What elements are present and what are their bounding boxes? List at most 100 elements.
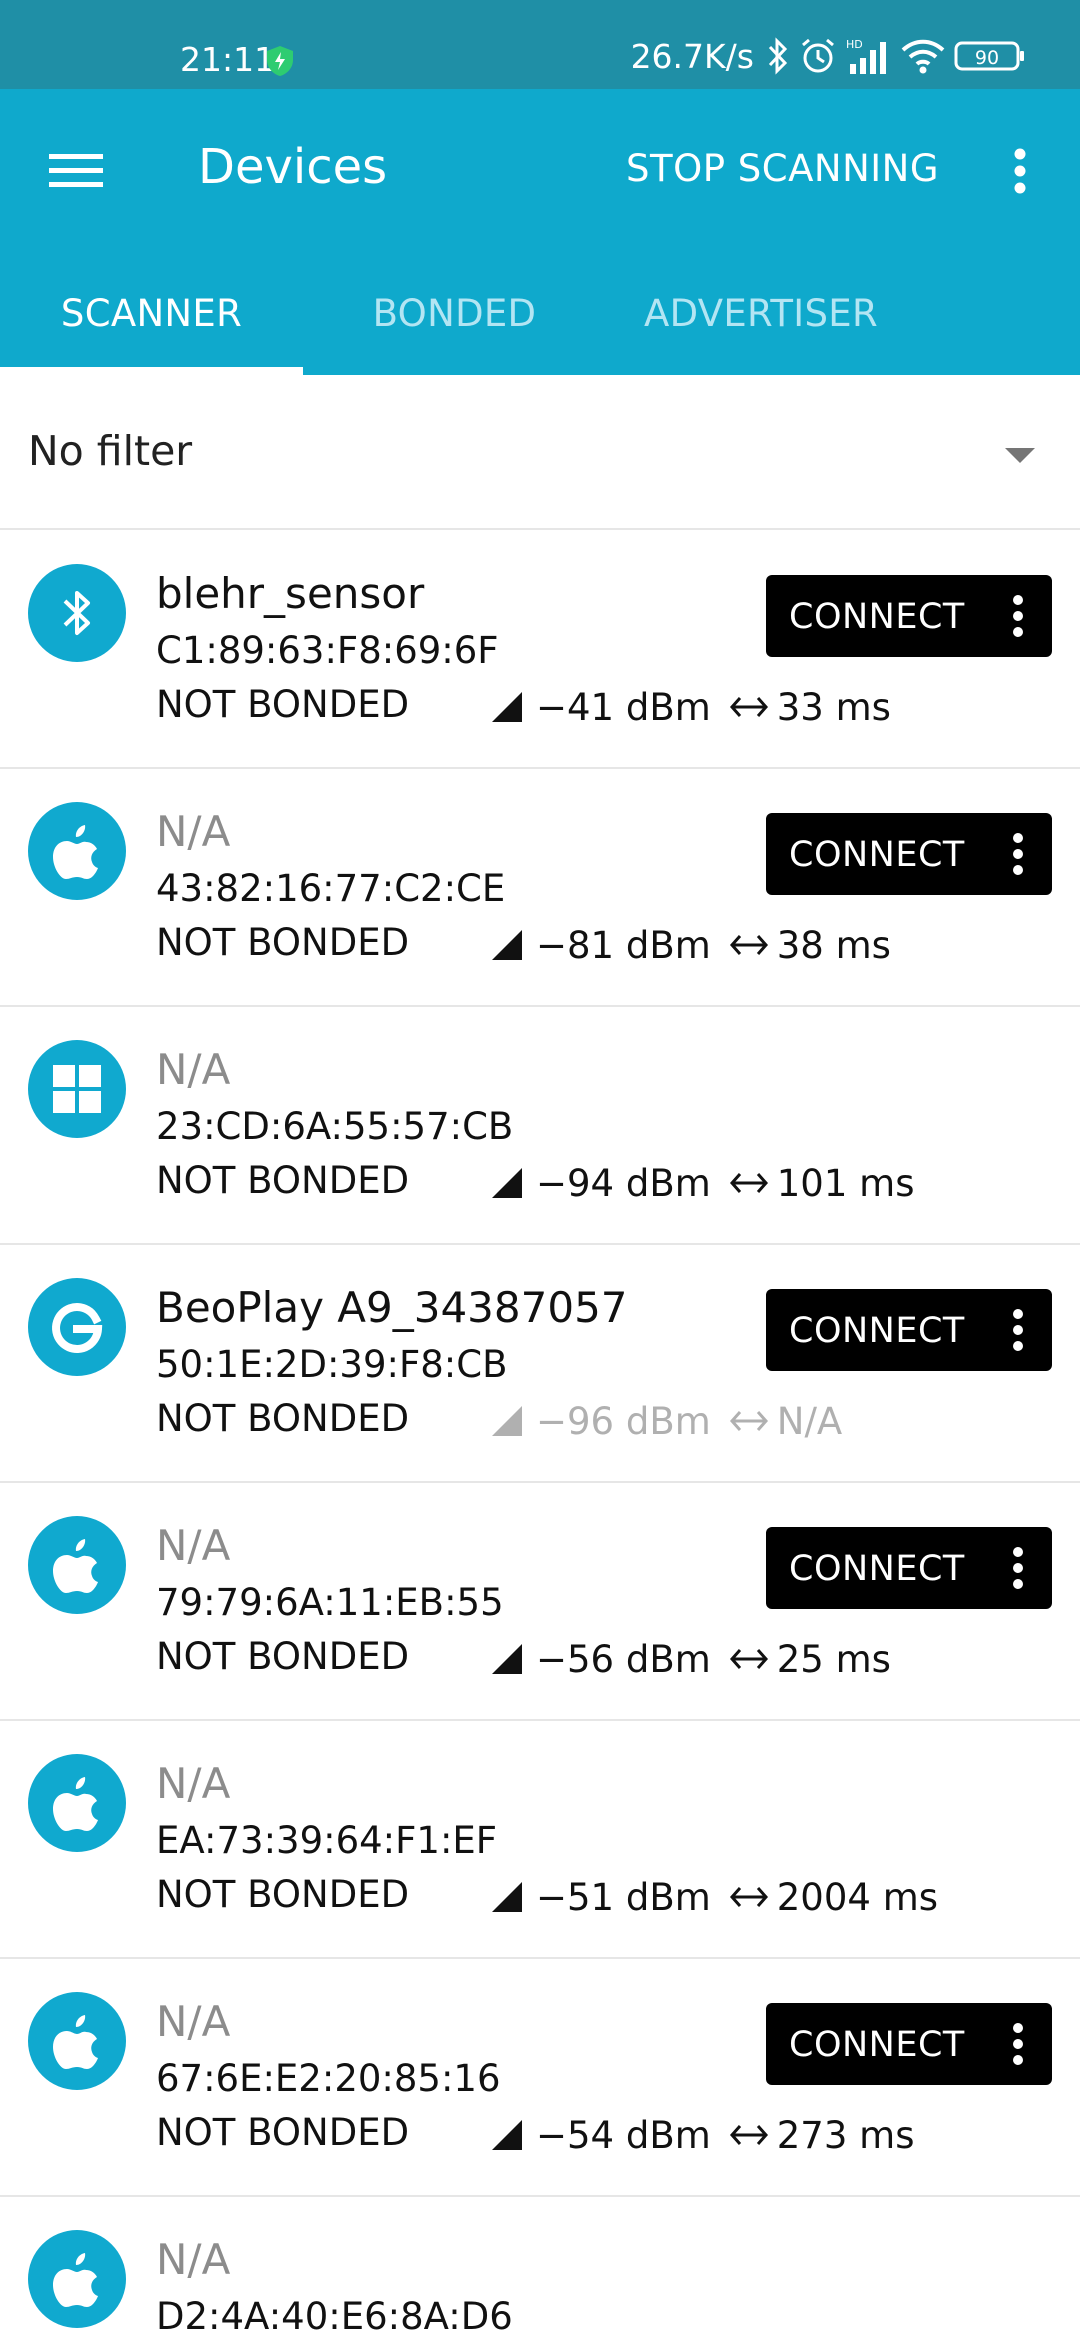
connect-button[interactable]: CONNECT [766,1527,1052,1609]
menu-icon[interactable] [46,141,106,201]
tab-scanner[interactable]: SCANNER [0,252,303,375]
bond-state: NOT BONDED [156,921,410,964]
page-title: Devices [198,139,388,195]
device-row[interactable]: BeoPlay A9_34387057 50:1E:2D:39:F8:CB NOT … [0,1245,1080,1483]
device-row[interactable]: blehr_sensor C1:89:63:F8:69:6F NOT BONDED … [0,531,1080,769]
more-vert-icon[interactable] [1006,1545,1030,1591]
interval-value: 273 ms [776,2113,915,2157]
device-address: 67:6E:E2:20:85:16 [156,2057,501,2100]
tab-bar: SCANNER BONDED ADVERTISER [0,252,1080,375]
apple-icon [28,1992,126,2090]
device-row[interactable]: N/A D2:4A:40:E6:8A:D6 [0,2197,1080,2340]
windows-icon [28,1040,126,1138]
device-row[interactable]: N/A 23:CD:6A:55:57:CB NOT BONDED −94 dBm 1… [0,1007,1080,1245]
filter-label: No filter [28,427,193,475]
apple-icon [28,802,126,900]
bond-state: NOT BONDED [156,1635,410,1678]
tab-advertiser[interactable]: ADVERTISER [606,252,916,375]
signal-info: −96 dBm N/A [490,1397,842,1445]
stop-scanning-button[interactable]: STOP SCANNING [626,147,939,190]
device-name: N/A [156,807,231,856]
bluetooth-icon [768,37,788,75]
cell-signal-icon: HD [846,38,886,74]
signal-info: −94 dBm 101 ms [490,1159,914,1207]
device-name: BeoPlay A9_34387057 [156,1283,628,1332]
device-address: C1:89:63:F8:69:6F [156,629,499,672]
more-vert-icon[interactable] [1006,593,1030,639]
interval-value: 25 ms [776,1637,891,1681]
connect-button[interactable]: CONNECT [766,2003,1052,2085]
device-name: N/A [156,1521,231,1570]
tab-bonded[interactable]: BONDED [303,252,606,375]
bond-state: NOT BONDED [156,2111,410,2154]
signal-strength-icon [492,1406,522,1436]
signal-info: −81 dBm 38 ms [490,921,891,969]
interval-arrows-icon [729,1887,768,1907]
signal-strength-icon [492,1168,522,1198]
shield-icon [267,46,293,76]
interval-arrows-icon [729,1411,768,1431]
tab-indicator [0,367,303,375]
interval-arrows-icon [729,935,768,955]
bluetooth-icon [28,564,126,662]
apple-icon [28,1516,126,1614]
rssi-value: −96 dBm [536,1399,711,1443]
device-row[interactable]: N/A 79:79:6A:11:EB:55 NOT BONDED −56 dBm 2… [0,1483,1080,1721]
rssi-value: −94 dBm [536,1161,711,1205]
device-name: N/A [156,1045,231,1094]
more-vert-icon[interactable] [1006,2021,1030,2067]
connect-button[interactable]: CONNECT [766,575,1052,657]
more-vert-icon[interactable] [1006,831,1030,877]
device-address: 23:CD:6A:55:57:CB [156,1105,514,1148]
interval-value: N/A [776,1399,843,1443]
bond-state: NOT BONDED [156,1159,410,1202]
interval-value: 38 ms [776,923,891,967]
apple-icon [28,1754,126,1852]
connect-button[interactable]: CONNECT [766,813,1052,895]
connect-button-label: CONNECT [789,1549,965,1589]
apple-icon [28,2230,126,2328]
network-speed: 26.7K/s [630,36,754,76]
bond-state: NOT BONDED [156,683,410,726]
device-address: 50:1E:2D:39:F8:CB [156,1343,508,1386]
more-vert-icon[interactable] [1005,141,1035,201]
interval-arrows-icon [729,1649,768,1669]
filter-dropdown[interactable]: No filter [0,375,1080,530]
google-icon [28,1278,126,1376]
wifi-icon [901,39,945,74]
signal-strength-icon [492,1882,522,1912]
more-vert-icon[interactable] [1006,1307,1030,1353]
device-row[interactable]: N/A 43:82:16:77:C2:CE NOT BONDED −81 dBm 3… [0,769,1080,1007]
signal-strength-icon [492,692,522,722]
connect-button-label: CONNECT [789,2025,965,2065]
rssi-value: −51 dBm [536,1875,711,1919]
interval-arrows-icon [729,2125,768,2145]
connect-button-label: CONNECT [789,1311,965,1351]
alarm-icon [802,38,834,73]
device-row[interactable]: N/A 67:6E:E2:20:85:16 NOT BONDED −54 dBm 2… [0,1959,1080,2197]
interval-arrows-icon [729,1173,768,1193]
device-address: 79:79:6A:11:EB:55 [156,1581,504,1624]
status-bar: 21:11 26.7K/s HD 90 [0,0,1080,89]
connect-button-label: CONNECT [789,597,965,637]
svg-text:HD: HD [846,38,863,51]
connect-button[interactable]: CONNECT [766,1289,1052,1371]
device-address: D2:4A:40:E6:8A:D6 [156,2295,513,2338]
bond-state: NOT BONDED [156,1397,410,1440]
device-row[interactable]: N/A EA:73:39:64:F1:EF NOT BONDED −51 dBm 2… [0,1721,1080,1959]
signal-info: −54 dBm 273 ms [490,2111,914,2159]
device-name: blehr_sensor [156,569,425,618]
rssi-value: −54 dBm [536,2113,711,2157]
battery-icon: 90 [954,41,1024,71]
signal-strength-icon [492,1644,522,1674]
interval-value: 2004 ms [776,1875,939,1919]
interval-value: 101 ms [776,1161,915,1205]
rssi-value: −81 dBm [536,923,711,967]
status-icons: 26.7K/s HD 90 [631,34,1026,78]
device-name: N/A [156,2235,231,2284]
device-name: N/A [156,1759,231,1808]
signal-strength-icon [492,2120,522,2150]
device-name: N/A [156,1997,231,2046]
connect-button-label: CONNECT [789,835,965,875]
svg-text:90: 90 [975,47,999,69]
